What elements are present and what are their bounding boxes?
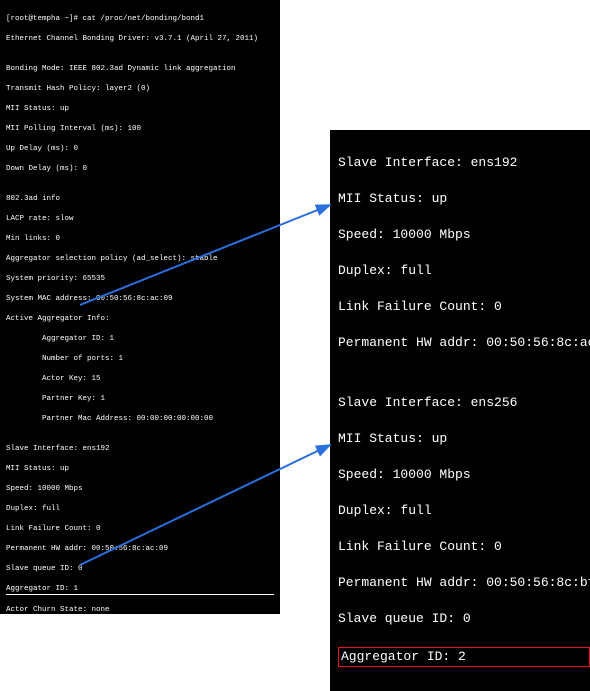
line: Slave Interface: ens192 [338, 154, 590, 172]
line: MII Polling Interval (ms): 100 [6, 124, 274, 134]
line: Active Aggregator Info: [6, 314, 274, 324]
line: Slave Interface: ens192 [6, 444, 274, 454]
callout-ens256: Slave Interface: ens256 MII Status: up S… [330, 370, 590, 691]
line: Duplex: full [338, 502, 590, 520]
line: Slave queue ID: 0 [338, 610, 590, 628]
line: Transmit Hash Policy: layer2 (0) [6, 84, 274, 94]
line: Speed: 10000 Mbps [338, 226, 590, 244]
line: Link Failure Count: 0 [338, 298, 590, 316]
line: Permanent HW addr: 00:50:56:8c:bf:ee [338, 574, 590, 592]
line: Speed: 10000 Mbps [338, 466, 590, 484]
line: Actor Churn State: none [6, 605, 274, 614]
line: Partner Key: 1 [6, 394, 274, 404]
line: Min links: 0 [6, 234, 274, 244]
aggregator-id-highlight: Aggregator ID: 2 [338, 647, 590, 667]
line: Number of ports: 1 [6, 354, 274, 364]
terminal-output: [root@tempha ~]# cat /proc/net/bonding/b… [0, 0, 280, 614]
line: Slave queue ID: 0 [6, 564, 274, 574]
line: Slave Interface: ens256 [338, 394, 590, 412]
line: Ethernet Channel Bonding Driver: v3.7.1 … [6, 34, 274, 44]
line: 802.3ad info [6, 194, 274, 204]
line: Aggregator ID: 1 [6, 334, 274, 344]
line: System MAC address: 00:50:56:8c:ac:09 [6, 294, 274, 304]
line: System priority: 65535 [6, 274, 274, 284]
line: Speed: 10000 Mbps [6, 484, 274, 494]
line: Duplex: full [6, 504, 274, 514]
line: Permanent HW addr: 00:50:56:8c:ac:09 [338, 334, 590, 352]
line: MII Status: up [338, 430, 590, 448]
line: MII Status: up [338, 190, 590, 208]
line: Permanent HW addr: 00:50:56:8c:ac:09 [6, 544, 274, 554]
line: MII Status: up [6, 104, 274, 114]
line: Duplex: full [338, 262, 590, 280]
line: MII Status: up [6, 464, 274, 474]
line: Link Failure Count: 0 [6, 524, 274, 534]
line: Bonding Mode: IEEE 802.3ad Dynamic link … [6, 64, 274, 74]
line: Up Delay (ms): 0 [6, 144, 274, 154]
line: Partner Mac Address: 00:00:00:00:00:00 [6, 414, 274, 424]
line: Link Failure Count: 0 [338, 538, 590, 556]
prompt-line: [root@tempha ~]# cat /proc/net/bonding/b… [6, 14, 274, 24]
line: Actor Key: 15 [6, 374, 274, 384]
line: Aggregator selection policy (ad_select):… [6, 254, 274, 264]
line: LACP rate: slow [6, 214, 274, 224]
line: Down Delay (ms): 0 [6, 164, 274, 174]
aggregator-id-1-line: Aggregator ID: 1 [6, 584, 274, 595]
